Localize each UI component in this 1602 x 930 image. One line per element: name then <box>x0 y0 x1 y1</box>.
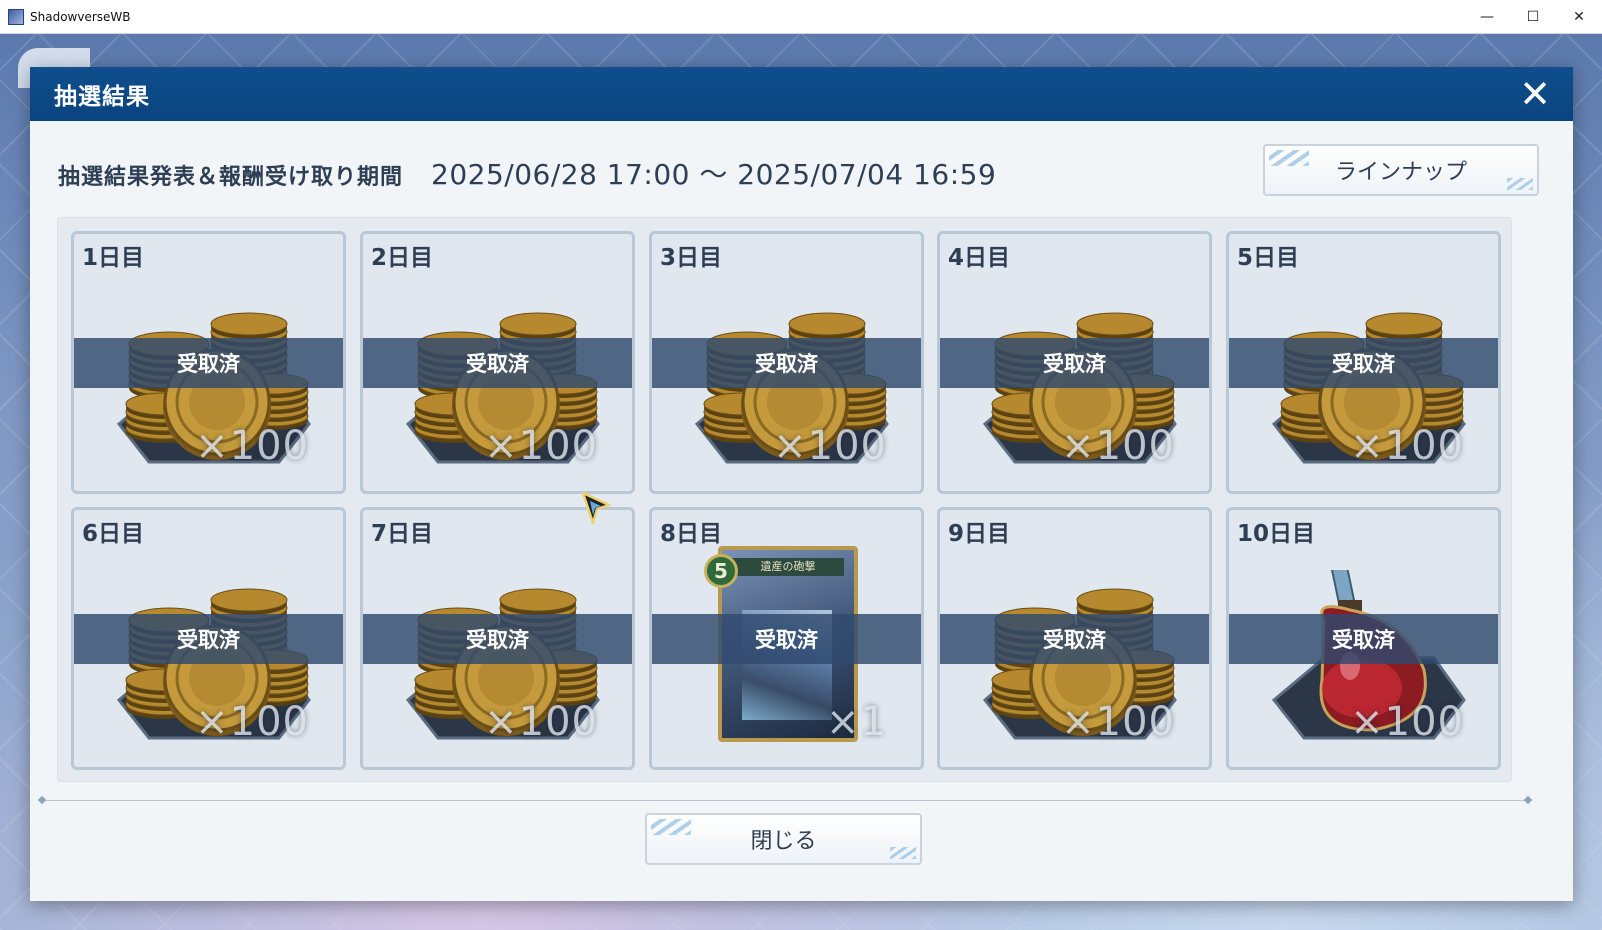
reward-grid: 1日目 ×100 受取済 2日目 ×100 受取済 3日目 ×100 受取済 4日目 ×100 受取済… <box>57 217 1512 782</box>
lottery-results-dialog: 抽選結果 ✕ 抽選結果発表＆報酬受け取り期間 2025/06/28 17:00 … <box>30 67 1573 901</box>
reward-cell[interactable]: 6日目 ×100 受取済 <box>71 507 346 770</box>
dialog-header: 抽選結果 ✕ <box>30 67 1573 121</box>
day-label: 5日目 <box>1237 245 1300 271</box>
reward-quantity: ×100 <box>484 699 598 745</box>
reward-quantity: ×100 <box>195 699 309 745</box>
reward-cell[interactable]: 10日目 ×100 受取済 <box>1226 507 1501 770</box>
period-label: 抽選結果発表＆報酬受け取り期間 <box>58 165 404 190</box>
reward-cell[interactable]: 4日目 ×100 受取済 <box>937 231 1212 494</box>
day-label: 10日目 <box>1237 521 1316 547</box>
reward-cell[interactable]: 5日目 ×100 受取済 <box>1226 231 1501 494</box>
minimize-button[interactable]: — <box>1464 0 1510 34</box>
claimed-status: 受取済 <box>940 614 1209 664</box>
claimed-status: 受取済 <box>1229 614 1498 664</box>
reward-quantity: ×100 <box>1350 699 1464 745</box>
card-cost-badge: 5 <box>704 554 738 588</box>
mouse-cursor-icon <box>581 491 611 525</box>
claimed-status: 受取済 <box>363 338 632 388</box>
day-label: 2日目 <box>371 245 434 271</box>
period-value: 2025/06/28 17:00 ～ 2025/07/04 16:59 <box>431 158 997 191</box>
reward-quantity: ×100 <box>773 423 887 469</box>
divider <box>42 800 1528 801</box>
maximize-button[interactable]: ☐ <box>1510 0 1556 34</box>
day-label: 7日目 <box>371 521 434 547</box>
reward-cell[interactable]: 7日目 ×100 受取済 <box>360 507 635 770</box>
dialog-close-icon[interactable]: ✕ <box>1517 75 1553 113</box>
day-label: 1日目 <box>82 245 145 271</box>
reward-quantity: ×100 <box>195 423 309 469</box>
day-label: 3日目 <box>660 245 723 271</box>
window-close-button[interactable]: ✕ <box>1556 0 1602 34</box>
card-name: 遺産の砲撃 <box>732 558 844 576</box>
window-titlebar: ShadowverseWB — ☐ ✕ <box>0 0 1602 34</box>
reward-cell[interactable]: 1日目 ×100 受取済 <box>71 231 346 494</box>
reward-quantity: ×100 <box>1061 699 1175 745</box>
close-button[interactable]: 閉じる <box>645 813 922 865</box>
card-cost: 5 <box>714 559 728 583</box>
reward-quantity: ×100 <box>484 423 598 469</box>
lineup-button[interactable]: ラインナップ <box>1263 144 1539 196</box>
reward-quantity: ×1 <box>826 699 887 745</box>
day-label: 6日目 <box>82 521 145 547</box>
reward-cell[interactable]: 8日目 遺産の砲撃 5 ×1 受取済 <box>649 507 924 770</box>
day-label: 4日目 <box>948 245 1011 271</box>
app-icon <box>8 8 24 25</box>
claimed-status: 受取済 <box>652 614 921 664</box>
claimed-status: 受取済 <box>74 614 343 664</box>
claimed-status: 受取済 <box>363 614 632 664</box>
claimed-status: 受取済 <box>1229 338 1498 388</box>
reward-cell[interactable]: 3日目 ×100 受取済 <box>649 231 924 494</box>
reward-quantity: ×100 <box>1350 423 1464 469</box>
period-row: 抽選結果発表＆報酬受け取り期間 2025/06/28 17:00 ～ 2025/… <box>58 153 996 193</box>
day-label: 9日目 <box>948 521 1011 547</box>
dialog-title: 抽選結果 <box>54 84 150 110</box>
reward-cell[interactable]: 9日目 ×100 受取済 <box>937 507 1212 770</box>
reward-cell[interactable]: 2日目 ×100 受取済 <box>360 231 635 494</box>
day-label: 8日目 <box>660 521 723 547</box>
claimed-status: 受取済 <box>74 338 343 388</box>
window-controls: — ☐ ✕ <box>1464 0 1602 34</box>
reward-quantity: ×100 <box>1061 423 1175 469</box>
claimed-status: 受取済 <box>940 338 1209 388</box>
window-title: ShadowverseWB <box>30 9 131 24</box>
claimed-status: 受取済 <box>652 338 921 388</box>
